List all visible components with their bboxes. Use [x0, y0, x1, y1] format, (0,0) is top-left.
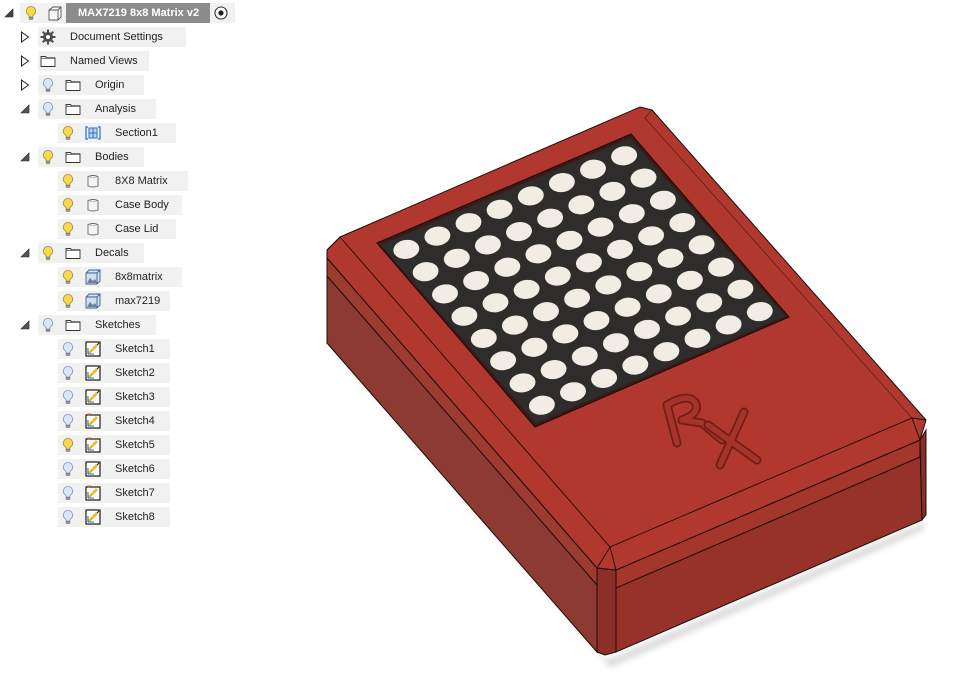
tree-node-sketch4[interactable]: Sketch4 — [0, 411, 300, 431]
tree-node-sketch2[interactable]: Sketch2 — [0, 363, 300, 383]
tree-node-sketch5[interactable]: Sketch5 — [0, 435, 300, 455]
collapse-toggle[interactable] — [18, 246, 32, 260]
folder-icon — [65, 317, 81, 333]
expand-toggle[interactable] — [18, 78, 32, 92]
tree-node-decal-8x8matrix[interactable]: 8x8matrix — [0, 267, 300, 287]
tree-node-label: Analysis — [95, 103, 136, 115]
tree-node-label: Sketch3 — [115, 391, 155, 403]
collapse-toggle[interactable] — [18, 318, 32, 332]
tree-node-label: Sketch2 — [115, 367, 155, 379]
tree-node-label: Sketch6 — [115, 463, 155, 475]
tree-node-label: Sketches — [95, 319, 141, 331]
visibility-off-icon[interactable] — [40, 317, 56, 333]
tree-node-decal-max7219[interactable]: max7219 — [0, 291, 300, 311]
tree-node-label: Decals — [95, 247, 129, 259]
tree-node-sketch1[interactable]: Sketch1 — [0, 339, 300, 359]
tree-node-document-settings[interactable]: Document Settings — [0, 27, 300, 47]
sketch-icon — [85, 461, 101, 477]
decal-icon — [85, 293, 101, 309]
visibility-on-icon[interactable] — [40, 149, 56, 165]
tree-node-body-8x8-matrix[interactable]: 8X8 Matrix — [0, 171, 300, 191]
tree-node-body-case-body[interactable]: Case Body — [0, 195, 300, 215]
tree-node-label: max7219 — [115, 295, 161, 307]
3d-viewport[interactable] — [300, 0, 963, 685]
tree-node-sketch6[interactable]: Sketch6 — [0, 459, 300, 479]
collapse-root-toggle[interactable] — [2, 6, 16, 20]
tree-node-label: Sketch8 — [115, 511, 155, 523]
decal-icon — [85, 269, 101, 285]
component-icon — [47, 5, 63, 21]
visibility-off-icon[interactable] — [40, 77, 56, 93]
tree-node-bodies[interactable]: Bodies — [0, 147, 300, 167]
tree-node-sketch7[interactable]: Sketch7 — [0, 483, 300, 503]
tree-node-named-views[interactable]: Named Views — [0, 51, 300, 71]
tree-node-label: Sketch5 — [115, 439, 155, 451]
visibility-off-icon[interactable] — [60, 365, 76, 381]
visibility-on-icon[interactable] — [60, 293, 76, 309]
collapse-toggle[interactable] — [18, 102, 32, 116]
visibility-on-icon[interactable] — [60, 437, 76, 453]
tree-node-label: Bodies — [95, 151, 129, 163]
tree-node-label: Named Views — [70, 55, 138, 67]
visibility-on-icon[interactable] — [60, 269, 76, 285]
visibility-on-icon[interactable] — [40, 245, 56, 261]
visibility-off-icon[interactable] — [60, 389, 76, 405]
tree-node-sketch3[interactable]: Sketch3 — [0, 387, 300, 407]
body-icon — [85, 173, 101, 189]
folder-icon — [40, 53, 56, 69]
tree-node-label: Sketch1 — [115, 343, 155, 355]
visibility-on-icon[interactable] — [23, 5, 39, 21]
root-label: MAX7219 8x8 Matrix v2 — [78, 7, 200, 19]
tree-node-section1[interactable]: Section1 — [0, 123, 300, 143]
tree-node-label: Section1 — [115, 127, 158, 139]
visibility-on-icon[interactable] — [60, 197, 76, 213]
folder-icon — [65, 149, 81, 165]
section-analysis-icon — [85, 125, 101, 141]
sketch-warning-icon — [85, 485, 101, 501]
root-label-selected[interactable]: MAX7219 8x8 Matrix v2 — [66, 3, 210, 23]
visibility-off-icon[interactable] — [60, 485, 76, 501]
body-icon — [85, 221, 101, 237]
sketch-icon — [85, 341, 101, 357]
tree-node-label: Sketch7 — [115, 487, 155, 499]
tree-node-label: Sketch4 — [115, 415, 155, 427]
expand-toggle[interactable] — [18, 54, 32, 68]
tree-node-sketch8[interactable]: Sketch8 — [0, 507, 300, 527]
tree-node-label: Document Settings — [70, 31, 163, 43]
model-canvas[interactable] — [300, 0, 963, 685]
tree-node-analysis[interactable]: Analysis — [0, 99, 300, 119]
expand-toggle[interactable] — [18, 30, 32, 44]
visibility-on-icon[interactable] — [60, 173, 76, 189]
folder-icon — [65, 77, 81, 93]
gear-icon — [40, 29, 56, 45]
collapse-toggle[interactable] — [18, 150, 32, 164]
visibility-on-icon[interactable] — [60, 125, 76, 141]
folder-icon — [65, 101, 81, 117]
tree-node-label: Case Lid — [115, 223, 159, 235]
tree-root-row[interactable]: MAX7219 8x8 Matrix v2 — [0, 3, 300, 23]
sketch-warning-icon — [85, 437, 101, 453]
folder-icon — [65, 245, 81, 261]
visibility-off-icon[interactable] — [60, 461, 76, 477]
tree-node-label: Origin — [95, 79, 125, 91]
case-corner-pillar — [596, 567, 617, 656]
sketch-warning-icon — [85, 413, 101, 429]
visibility-on-icon[interactable] — [60, 221, 76, 237]
tree-node-origin[interactable]: Origin — [0, 75, 300, 95]
visibility-off-icon[interactable] — [40, 101, 56, 117]
visibility-off-icon[interactable] — [60, 413, 76, 429]
sketch-icon — [85, 365, 101, 381]
body-icon — [85, 197, 101, 213]
visibility-off-icon[interactable] — [60, 509, 76, 525]
visibility-off-icon[interactable] — [60, 341, 76, 357]
tree-node-body-case-lid[interactable]: Case Lid — [0, 219, 300, 239]
tree-node-sketches[interactable]: Sketches — [0, 315, 300, 335]
radio-active-icon[interactable] — [213, 5, 229, 21]
tree-node-label: Case Body — [115, 199, 169, 211]
tree-node-decals[interactable]: Decals — [0, 243, 300, 263]
tree-node-label: 8X8 Matrix — [115, 175, 168, 187]
sketch-icon — [85, 509, 101, 525]
sketch-icon — [85, 389, 101, 405]
tree-node-label: 8x8matrix — [115, 271, 163, 283]
